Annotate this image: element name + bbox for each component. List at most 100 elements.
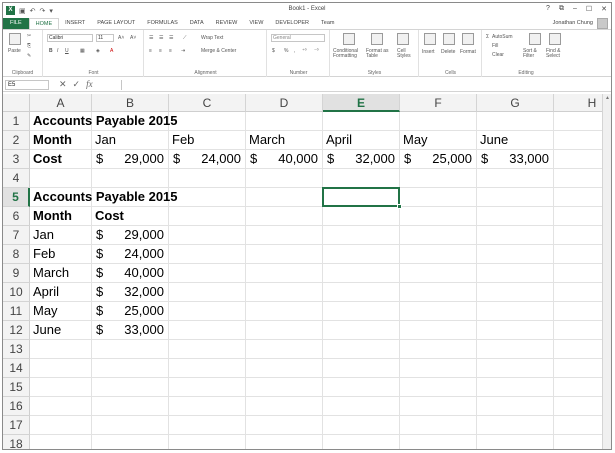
number-format-select[interactable]: General (271, 34, 325, 42)
cell-h3[interactable] (554, 150, 603, 169)
cell-g2[interactable]: June (477, 131, 554, 150)
cell-b18[interactable] (92, 435, 169, 449)
indent-icon[interactable]: ⇥ (181, 48, 185, 54)
percent-button[interactable]: % (284, 48, 288, 54)
scroll-up-icon[interactable]: ▲ (603, 94, 611, 103)
cancel-icon[interactable]: ✕ (59, 79, 67, 90)
cell-a11[interactable]: May (30, 302, 92, 321)
paste-button[interactable]: Paste (8, 48, 21, 54)
cell-f3[interactable]: $25,000 (400, 150, 477, 169)
find-select-button[interactable]: Find & Select (546, 49, 568, 59)
ribbon-display-button[interactable]: ⧉ (559, 5, 564, 13)
align-middle-icon[interactable]: ☰ (159, 35, 163, 41)
format-painter-icon[interactable]: ✎ (27, 53, 31, 59)
font-size-select[interactable]: 11 (96, 34, 114, 42)
row-header-6[interactable]: 6 (3, 207, 30, 226)
maximize-button[interactable]: ☐ (586, 5, 592, 13)
cell-d15[interactable] (246, 378, 323, 397)
cell-e10[interactable] (323, 283, 400, 302)
cell-b15[interactable] (92, 378, 169, 397)
cell-d13[interactable] (246, 340, 323, 359)
cell-f16[interactable] (400, 397, 477, 416)
cell-a14[interactable] (30, 359, 92, 378)
italic-button[interactable]: I (57, 48, 58, 54)
cell-a2[interactable]: Month (30, 131, 92, 150)
column-header-b[interactable]: B (92, 94, 169, 112)
fill-button[interactable]: Fill (492, 43, 498, 49)
cell-styles-button[interactable]: Cell Styles (397, 49, 415, 59)
cell-f6[interactable] (400, 207, 477, 226)
cell-d17[interactable] (246, 416, 323, 435)
format-as-table-button[interactable]: Format as Table (366, 49, 392, 59)
row-header-1[interactable]: 1 (3, 112, 30, 131)
decrease-decimal-icon[interactable]: ⁻⁰ (314, 48, 319, 54)
cell-a18[interactable] (30, 435, 92, 449)
orientation-icon[interactable]: ⟋ (183, 35, 187, 41)
cell-d6[interactable] (246, 207, 323, 226)
cell-b11[interactable]: $25,000 (92, 302, 169, 321)
cell-d14[interactable] (246, 359, 323, 378)
row-header-14[interactable]: 14 (3, 359, 30, 378)
cell-f10[interactable] (400, 283, 477, 302)
bold-button[interactable]: B (49, 48, 53, 54)
avatar[interactable] (597, 18, 608, 29)
cell-e17[interactable] (323, 416, 400, 435)
format-table-icon[interactable] (371, 33, 383, 45)
cell-f7[interactable] (400, 226, 477, 245)
cell-h4[interactable] (554, 169, 603, 188)
cell-h18[interactable] (554, 435, 603, 449)
cell-c13[interactable] (169, 340, 246, 359)
cell-c15[interactable] (169, 378, 246, 397)
cell-b16[interactable] (92, 397, 169, 416)
column-header-h[interactable]: H (554, 94, 603, 112)
row-header-18[interactable]: 18 (3, 435, 30, 449)
tab-page-layout[interactable]: PAGE LAYOUT (91, 18, 141, 29)
cell-b4[interactable] (92, 169, 169, 188)
cell-a8[interactable]: Feb (30, 245, 92, 264)
format-button[interactable]: Format (460, 49, 476, 55)
cell-f4[interactable] (400, 169, 477, 188)
cell-d8[interactable] (246, 245, 323, 264)
cell-c8[interactable] (169, 245, 246, 264)
cell-e11[interactable] (323, 302, 400, 321)
cell-f5[interactable] (400, 188, 477, 207)
cell-b9[interactable]: $40,000 (92, 264, 169, 283)
row-header-7[interactable]: 7 (3, 226, 30, 245)
cell-e4[interactable] (323, 169, 400, 188)
cell-a4[interactable] (30, 169, 92, 188)
select-all-corner[interactable] (3, 94, 30, 112)
delete-button[interactable]: Delete (441, 49, 455, 55)
cell-f14[interactable] (400, 359, 477, 378)
column-header-f[interactable]: F (400, 94, 477, 112)
row-header-17[interactable]: 17 (3, 416, 30, 435)
currency-button[interactable]: $ (272, 48, 275, 54)
close-button[interactable]: ✕ (601, 5, 607, 13)
row-header-5[interactable]: 5 (3, 188, 30, 207)
wrap-text-button[interactable]: Wrap Text (201, 35, 223, 41)
autosum-button[interactable]: AutoSum (492, 34, 513, 40)
cell-d2[interactable]: March (246, 131, 323, 150)
cell-d3[interactable]: $40,000 (246, 150, 323, 169)
row-header-9[interactable]: 9 (3, 264, 30, 283)
cell-h13[interactable] (554, 340, 603, 359)
cell-b7[interactable]: $29,000 (92, 226, 169, 245)
cell-c2[interactable]: Feb (169, 131, 246, 150)
cell-c4[interactable] (169, 169, 246, 188)
cell-g13[interactable] (477, 340, 554, 359)
cell-d16[interactable] (246, 397, 323, 416)
align-top-icon[interactable]: ☰ (149, 35, 153, 41)
cell-d10[interactable] (246, 283, 323, 302)
fill-color-icon[interactable]: ◈ (96, 48, 100, 54)
grow-font-icon[interactable]: A˄ (118, 35, 124, 41)
spreadsheet-grid[interactable]: A B C D E F G H 1 Accounts Payable 2015 2 Month Jan F… (3, 94, 603, 449)
column-header-a[interactable]: A (30, 94, 92, 112)
cell-d1[interactable] (246, 112, 323, 131)
cell-g18[interactable] (477, 435, 554, 449)
cell-b6[interactable]: Cost (92, 207, 169, 226)
cell-g12[interactable] (477, 321, 554, 340)
paste-icon[interactable] (9, 33, 21, 45)
cell-h16[interactable] (554, 397, 603, 416)
row-header-2[interactable]: 2 (3, 131, 30, 150)
cell-g17[interactable] (477, 416, 554, 435)
cell-f8[interactable] (400, 245, 477, 264)
